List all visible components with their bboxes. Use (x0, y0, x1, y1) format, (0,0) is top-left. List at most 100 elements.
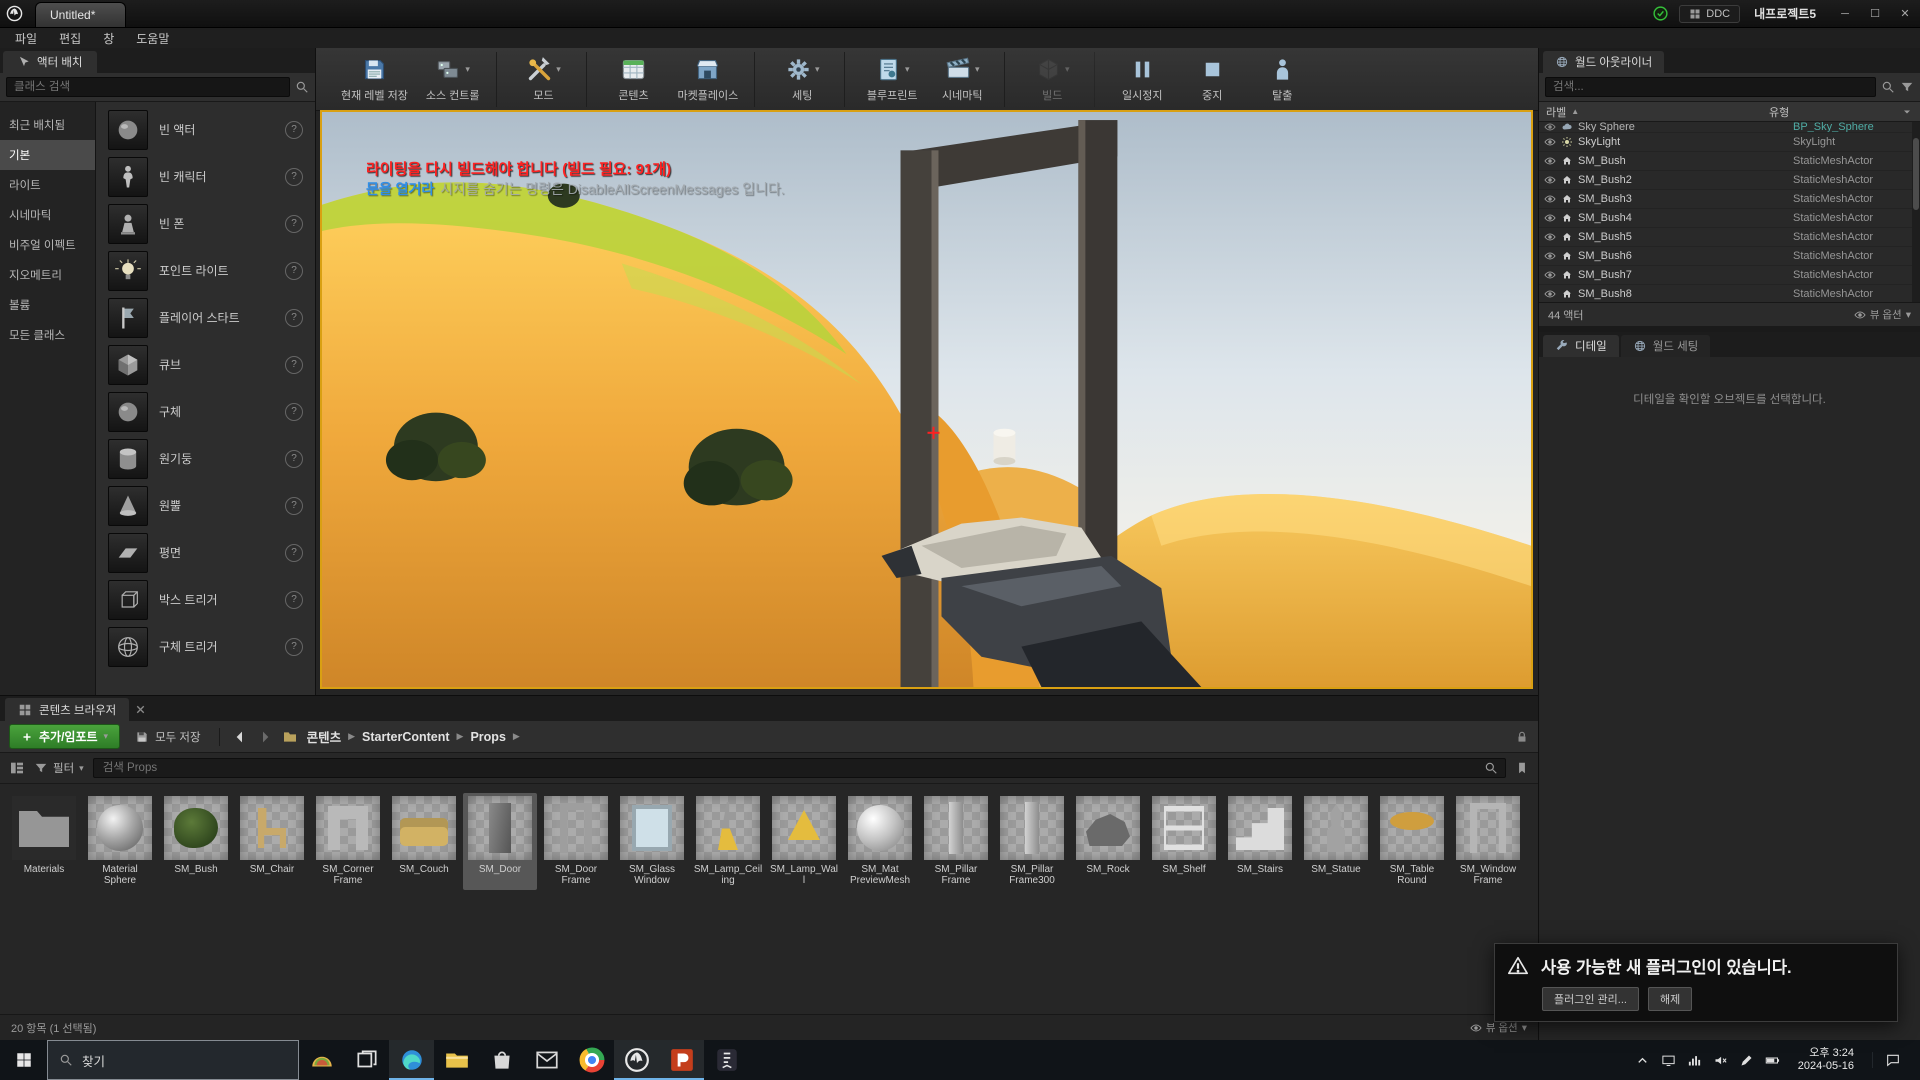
taskbar-search[interactable]: 찾기 (47, 1040, 299, 1080)
taskbar-app[interactable] (299, 1040, 344, 1080)
asset-tile[interactable]: SM_Shelf (1147, 793, 1221, 890)
visibility-toggle[interactable] (1544, 231, 1556, 243)
outliner-row[interactable]: SkyLight SkyLight (1539, 133, 1920, 152)
asset-tile[interactable]: SM_Table Round (1375, 793, 1449, 890)
visibility-toggle[interactable] (1544, 122, 1556, 133)
asset-tile[interactable]: SM_Rock (1071, 793, 1145, 890)
outliner-row[interactable]: Sky Sphere BP_Sky_Sphere (1539, 122, 1920, 133)
asset-tile[interactable]: SM_Pillar Frame (919, 793, 993, 890)
visibility-toggle[interactable] (1544, 174, 1556, 186)
add-import-button[interactable]: 추가/임포트 ▾ (9, 724, 120, 749)
outliner-row[interactable]: SM_Bush7 StaticMeshActor (1539, 266, 1920, 285)
forward-button[interactable] (257, 729, 273, 745)
save-search-button[interactable] (1515, 761, 1529, 775)
place-actors-category[interactable]: 시네마틱 (0, 200, 95, 230)
place-actors-category[interactable]: 모든 클래스 (0, 320, 95, 350)
asset-search-input[interactable] (101, 761, 1477, 775)
taskbar-app[interactable] (524, 1040, 569, 1080)
volume-icon[interactable] (1713, 1053, 1728, 1068)
place-actors-category[interactable]: 볼륨 (0, 290, 95, 320)
outliner-view-options[interactable]: 뷰 옵션 ▾ (1854, 307, 1911, 322)
asset-tile[interactable]: Material Sphere (83, 793, 157, 890)
place-actor-item[interactable]: 구체 ? (96, 388, 315, 435)
place-actor-item[interactable]: 플레이어 스타트 ? (96, 294, 315, 341)
notification-button[interactable]: 플러그인 관리... (1542, 987, 1639, 1011)
toolbar-button[interactable]: ▾ 탈출 (1247, 52, 1317, 107)
details-tab[interactable]: 월드 세팅 (1621, 335, 1711, 357)
content-browser-tab[interactable]: 콘텐츠 브라우저 (5, 698, 129, 721)
breadcrumb-item[interactable]: 콘텐츠 (307, 727, 342, 746)
place-actors-category[interactable]: 최근 배치됨 (0, 110, 95, 140)
breadcrumb-item[interactable]: StarterContent (362, 730, 450, 744)
place-actor-item[interactable]: 큐브 ? (96, 341, 315, 388)
menu-item[interactable]: 창 (92, 30, 125, 47)
asset-tile[interactable]: SM_Statue (1299, 793, 1373, 890)
toolbar-button[interactable]: ▾ 마켓플레이스 (669, 52, 756, 107)
level-viewport[interactable]: 라이팅을 다시 빌드해야 합니다 (빌드 필요: 91개) 문을 열거라 시지를… (320, 110, 1533, 689)
network-icon[interactable] (1687, 1053, 1702, 1068)
asset-tile[interactable]: SM_Glass Window (615, 793, 689, 890)
save-all-button[interactable]: 모두 저장 (129, 726, 207, 748)
outliner-search-input[interactable] (1545, 77, 1876, 97)
start-button[interactable] (0, 1040, 47, 1080)
visibility-toggle[interactable] (1544, 269, 1556, 281)
back-button[interactable] (232, 729, 248, 745)
taskbar-app[interactable] (434, 1040, 479, 1080)
toolbar-button[interactable]: ▾ 일시정지 (1107, 52, 1177, 107)
outliner-row[interactable]: SM_Bush4 StaticMeshActor (1539, 209, 1920, 228)
action-center-button[interactable] (1872, 1052, 1913, 1068)
toolbar-button[interactable]: ▾ 시네마틱 (927, 52, 1005, 107)
taskbar-app[interactable] (479, 1040, 524, 1080)
taskbar-app[interactable] (569, 1040, 614, 1080)
level-tab[interactable]: Untitled* (35, 2, 126, 27)
place-actors-category[interactable]: 비주얼 이펙트 (0, 230, 95, 260)
chevron-up-icon[interactable] (1635, 1053, 1650, 1068)
breadcrumb-item[interactable]: Props (470, 730, 505, 744)
asset-tile[interactable]: SM_Stairs (1223, 793, 1297, 890)
lock-icon[interactable] (1515, 730, 1529, 744)
visibility-toggle[interactable] (1544, 250, 1556, 262)
toolbar-button[interactable]: ▾ 모드 (509, 52, 587, 107)
visibility-toggle[interactable] (1544, 288, 1556, 300)
place-actor-item[interactable]: 빈 액터 ? (96, 106, 315, 153)
asset-tile[interactable]: SM_Window Frame (1451, 793, 1525, 890)
pen-icon[interactable] (1739, 1053, 1754, 1068)
place-actors-tab[interactable]: 액터 배치 (3, 51, 97, 73)
taskbar-app[interactable] (344, 1040, 389, 1080)
asset-tile[interactable]: SM_Bush (159, 793, 233, 890)
visibility-toggle[interactable] (1544, 193, 1556, 205)
menu-item[interactable]: 편집 (48, 30, 92, 47)
battery-icon[interactable] (1765, 1053, 1780, 1068)
place-actor-item[interactable]: 빈 캐릭터 ? (96, 153, 315, 200)
cb-view-options[interactable]: 뷰 옵션 ▾ (1470, 1020, 1527, 1035)
taskbar-app[interactable] (659, 1040, 704, 1080)
outliner-row[interactable]: SM_Bush8 StaticMeshActor (1539, 285, 1920, 302)
outliner-row[interactable]: SM_Bush StaticMeshActor (1539, 152, 1920, 171)
toolbar-button[interactable]: ▾ 중지 (1177, 52, 1247, 107)
toolbar-button[interactable]: ▾ 세팅 (767, 52, 845, 107)
place-actors-category[interactable]: 기본 (0, 140, 95, 170)
minimize-icon[interactable]: ─ (1830, 3, 1860, 25)
visibility-toggle[interactable] (1544, 136, 1556, 148)
class-search-input[interactable] (6, 77, 290, 97)
asset-tile[interactable]: SM_Lamp_Ceiling (691, 793, 765, 890)
outliner-row[interactable]: SM_Bush6 StaticMeshActor (1539, 247, 1920, 266)
toolbar-button[interactable]: ▾ 빌드 (1017, 52, 1095, 107)
tab-close-button[interactable] (134, 703, 147, 716)
asset-tile[interactable]: SM_Chair (235, 793, 309, 890)
visibility-toggle[interactable] (1544, 212, 1556, 224)
sources-panel-toggle[interactable] (9, 760, 25, 776)
ddc-button[interactable]: DDC (1679, 5, 1740, 23)
place-actor-item[interactable]: 구체 트리거 ? (96, 623, 315, 670)
outliner-row[interactable]: SM_Bush2 StaticMeshActor (1539, 171, 1920, 190)
maximize-icon[interactable]: ☐ (1860, 3, 1890, 25)
place-actor-item[interactable]: 박스 트리거 ? (96, 576, 315, 623)
place-actor-item[interactable]: 빈 폰 ? (96, 200, 315, 247)
asset-tile[interactable]: SM_Lamp_Wall (767, 793, 841, 890)
menu-item[interactable]: 도움말 (125, 30, 180, 47)
display-icon[interactable] (1661, 1053, 1676, 1068)
asset-tile[interactable]: SM_Door Frame (539, 793, 613, 890)
place-actor-item[interactable]: 포인트 라이트 ? (96, 247, 315, 294)
asset-tile[interactable]: SM_Pillar Frame300 (995, 793, 1069, 890)
taskbar-app[interactable] (389, 1040, 434, 1080)
